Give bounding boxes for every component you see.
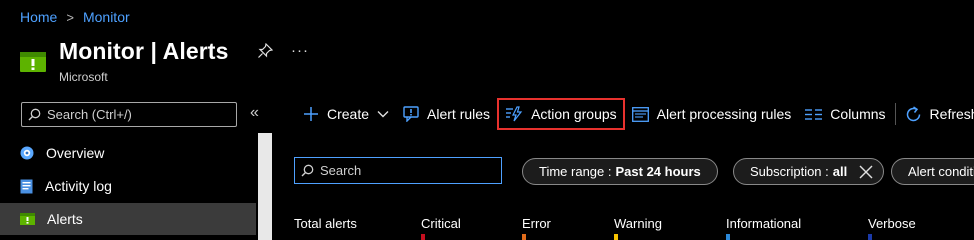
summary-warning: Warning — [614, 216, 662, 231]
breadcrumb-separator: > — [66, 9, 74, 25]
monitor-alerts-icon — [20, 52, 46, 72]
create-label: Create — [327, 106, 370, 122]
plus-icon — [304, 107, 318, 121]
activity-log-icon — [20, 179, 33, 193]
breadcrumb-monitor[interactable]: Monitor — [83, 9, 130, 25]
action-groups-button[interactable]: Action groups — [497, 98, 625, 130]
refresh-label: Refresh — [929, 106, 974, 122]
refresh-icon — [906, 105, 920, 121]
warning-indicator — [614, 234, 618, 240]
chevron-down-icon — [377, 111, 389, 118]
action-groups-icon — [506, 106, 523, 122]
page-title: Monitor | Alerts — [59, 38, 229, 64]
alert-rules-icon — [403, 106, 419, 122]
alert-processing-rules-label: Alert processing rules — [656, 106, 792, 122]
columns-icon — [805, 108, 823, 120]
summary-critical: Critical — [421, 216, 461, 231]
sidebar-search-placeholder: Search (Ctrl+/) — [47, 107, 132, 122]
refresh-button[interactable]: Refresh — [898, 98, 974, 130]
summary-error: Error — [522, 216, 551, 231]
subscription-label: Subscription : — [750, 164, 829, 179]
close-icon[interactable] — [857, 163, 875, 181]
sidebar-item-overview[interactable]: Overview — [0, 137, 256, 169]
breadcrumb: Home > Monitor — [20, 9, 130, 25]
error-indicator — [522, 234, 526, 240]
command-toolbar: Create Alert rules Action groups Alert p… — [296, 98, 974, 130]
subscription-filter[interactable]: Subscription : all — [733, 158, 885, 185]
collapse-sidebar-icon[interactable]: « — [250, 104, 259, 122]
critical-indicator — [421, 234, 425, 240]
informational-indicator — [726, 234, 730, 240]
sidebar-item-label: Alerts — [47, 211, 83, 227]
toolbar-divider — [894, 103, 896, 125]
verbose-indicator — [868, 234, 872, 240]
columns-label: Columns — [830, 106, 886, 122]
alert-processing-rules-icon — [631, 106, 649, 122]
search-icon — [28, 108, 41, 121]
alert-rules-label: Alert rules — [427, 106, 491, 122]
time-range-value: Past 24 hours — [615, 164, 701, 179]
alerts-icon — [20, 213, 35, 225]
pin-icon[interactable] — [257, 43, 273, 59]
breadcrumb-home[interactable]: Home — [20, 9, 57, 25]
action-groups-label: Action groups — [531, 106, 617, 122]
summary-total-alerts: Total alerts — [294, 216, 357, 231]
sidebar-item-alerts[interactable]: Alerts — [0, 203, 256, 235]
alert-condition-filter[interactable]: Alert conditi — [891, 158, 974, 185]
time-range-label: Time range : — [539, 164, 612, 179]
alert-processing-rules-button[interactable]: Alert processing rules — [625, 98, 799, 130]
sidebar-item-label: Overview — [46, 145, 105, 161]
alert-condition-label: Alert conditi — [908, 164, 974, 179]
alerts-search-placeholder: Search — [320, 163, 362, 178]
alert-rules-button[interactable]: Alert rules — [396, 98, 497, 130]
sidebar-item-activity-log[interactable]: Activity log — [0, 170, 256, 202]
create-button[interactable]: Create — [296, 98, 396, 130]
summary-verbose: Verbose — [868, 216, 916, 231]
more-options-icon[interactable]: ··· — [291, 42, 309, 59]
search-icon — [301, 164, 314, 177]
subscription-value: all — [832, 164, 848, 179]
page-subtitle: Microsoft — [59, 70, 108, 84]
sidebar-item-label: Activity log — [45, 178, 112, 194]
summary-informational: Informational — [726, 216, 802, 231]
overview-icon — [20, 146, 34, 160]
columns-button[interactable]: Columns — [798, 98, 892, 130]
time-range-filter[interactable]: Time range : Past 24 hours — [522, 158, 718, 185]
sidebar-search-input[interactable]: Search (Ctrl+/) — [21, 102, 237, 127]
sidebar-scrollbar[interactable] — [258, 133, 272, 240]
alerts-search-input[interactable]: Search — [294, 157, 502, 184]
